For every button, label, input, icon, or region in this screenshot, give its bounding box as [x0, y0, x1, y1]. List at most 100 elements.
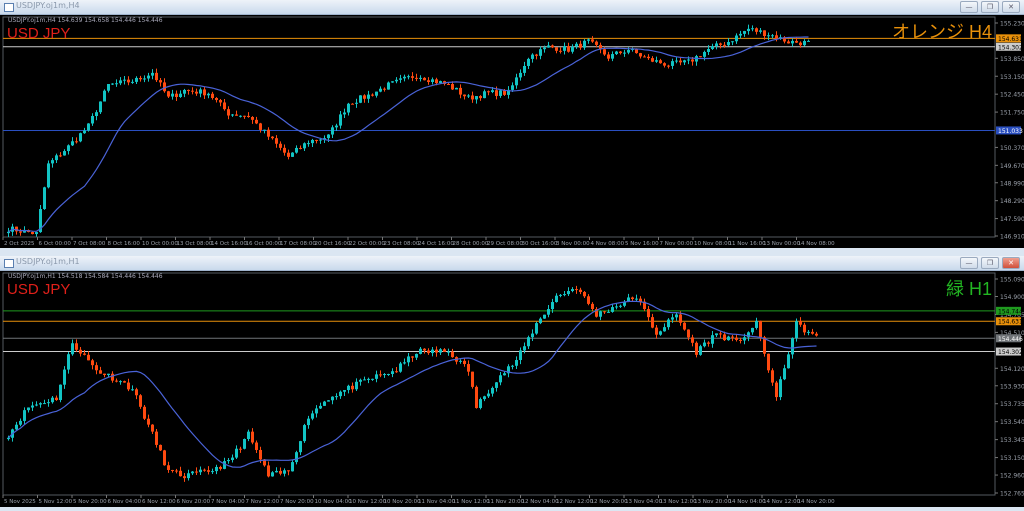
bearish-candle: [583, 290, 586, 298]
restore-button[interactable]: ❐: [981, 257, 999, 269]
bullish-candle: [791, 38, 794, 47]
window-titlebar-h1[interactable]: USDJPY.oj1m,H1 — ❐ ✕: [0, 256, 1024, 271]
candle-body: [363, 379, 366, 381]
chart-header-ohlc: USDJPY.oj1m,H4 154.639 154.658 154.446 1…: [8, 17, 163, 24]
time-axis-label: 4 Nov 08:00: [591, 241, 625, 247]
candle-body: [807, 40, 810, 42]
price-axis-label: 150.370: [1000, 145, 1024, 152]
candle-body: [407, 356, 410, 363]
bearish-candle: [555, 47, 558, 54]
candle-body: [403, 76, 406, 79]
bullish-candle: [179, 90, 182, 98]
bearish-candle: [135, 387, 138, 400]
bullish-candle: [527, 335, 530, 349]
bullish-candle: [23, 226, 26, 233]
bullish-candle: [355, 378, 358, 392]
time-axis-label: 7 Nov 20:00: [280, 499, 314, 505]
bullish-candle: [211, 468, 214, 474]
bearish-candle: [647, 305, 650, 321]
candle-body: [715, 333, 718, 336]
candle-body: [523, 65, 526, 73]
window-titlebar-h4[interactable]: USDJPY.oj1m,H4 — ❐ ✕: [0, 0, 1024, 15]
candle-body: [503, 90, 506, 95]
candle-body: [231, 457, 234, 461]
minimize-button[interactable]: —: [960, 1, 978, 13]
candle-body: [555, 295, 558, 303]
bullish-candle: [295, 145, 298, 154]
candle-body: [271, 136, 274, 139]
bearish-candle: [755, 27, 758, 35]
candle-body: [527, 337, 530, 347]
time-axis-label: 13 Oct 08:00: [177, 241, 213, 247]
candle-body: [703, 51, 706, 57]
bullish-candle: [247, 429, 250, 442]
candle-body: [143, 78, 146, 80]
candle-body: [651, 58, 654, 62]
plot-frame: [2, 272, 996, 496]
bullish-candle: [339, 390, 342, 399]
bullish-candle: [727, 37, 730, 47]
price-level-label: 154.302: [998, 349, 1023, 356]
candle-body: [715, 43, 718, 47]
close-button[interactable]: ✕: [1002, 1, 1020, 13]
candle-body: [459, 360, 462, 362]
bullish-candle: [567, 287, 570, 296]
bearish-candle: [183, 473, 186, 482]
candle-body: [59, 384, 62, 401]
chart-panel-h1[interactable]: 155.090 154.900 154.705 154.510 154.120 153.9…: [0, 271, 1024, 507]
time-axis-label: 23 Oct 08:00: [384, 241, 420, 247]
candlestick-chart-h1[interactable]: 155.090154.900154.705154.510154.120153.9…: [0, 271, 1024, 507]
candle-body: [563, 294, 566, 296]
chart-panel-h4[interactable]: 155.230 153.850 153.150 152.450 151.750 150.3…: [0, 15, 1024, 248]
candle-body: [675, 314, 678, 318]
candle-body: [495, 90, 498, 96]
bullish-candle: [291, 152, 294, 158]
bullish-candle: [55, 153, 58, 163]
bearish-candle: [683, 322, 686, 331]
bearish-candle: [83, 349, 86, 356]
bearish-candle: [79, 346, 82, 357]
bearish-candle: [235, 110, 238, 116]
bearish-candle: [767, 353, 770, 373]
bullish-candle: [311, 138, 314, 147]
bullish-candle: [739, 30, 742, 39]
bullish-candle: [419, 75, 422, 82]
candle-body: [315, 139, 318, 141]
bullish-candle: [71, 137, 74, 146]
plot-frame: [2, 16, 996, 238]
bearish-candle: [803, 322, 806, 336]
candle-body: [735, 35, 738, 42]
candle-body: [211, 471, 214, 473]
bullish-candle: [319, 402, 322, 409]
candle-body: [291, 152, 294, 157]
time-axis-label: 14 Nov 12:00: [763, 499, 801, 505]
bullish-candle: [303, 423, 306, 443]
bearish-candle: [423, 77, 426, 81]
candle-body: [259, 449, 262, 460]
restore-button[interactable]: ❐: [981, 1, 999, 13]
time-axis-label: 7 Nov 04:00: [211, 499, 245, 505]
close-button[interactable]: ✕: [1002, 257, 1020, 269]
candlestick-chart-h4[interactable]: 155.230 153.850 153.150 152.450 151.750 150.3…: [0, 15, 1024, 248]
bullish-candle: [43, 186, 46, 210]
candle-body: [299, 441, 302, 453]
bullish-candle: [335, 393, 338, 400]
chart-header-ohlc: USDJPY.oj1m,H1 154.518 154.584 154.446 1…: [8, 273, 163, 280]
bearish-candle: [219, 99, 222, 107]
candle-body: [91, 360, 94, 366]
price-axis-label: 149.670: [1000, 163, 1024, 170]
bullish-candle: [487, 389, 490, 398]
candle-body: [443, 349, 446, 352]
candle-body: [335, 125, 338, 128]
bullish-candle: [147, 72, 150, 82]
candle-body: [599, 311, 602, 317]
bullish-candle: [263, 129, 266, 134]
bearish-candle: [215, 97, 218, 103]
bullish-candle: [103, 89, 106, 102]
bearish-candle: [211, 91, 214, 100]
minimize-button[interactable]: —: [960, 257, 978, 269]
time-axis-label: 10 Nov 04:00: [315, 499, 353, 505]
bearish-candle: [223, 98, 226, 111]
bullish-candle: [63, 366, 66, 389]
bullish-candle: [375, 370, 378, 383]
